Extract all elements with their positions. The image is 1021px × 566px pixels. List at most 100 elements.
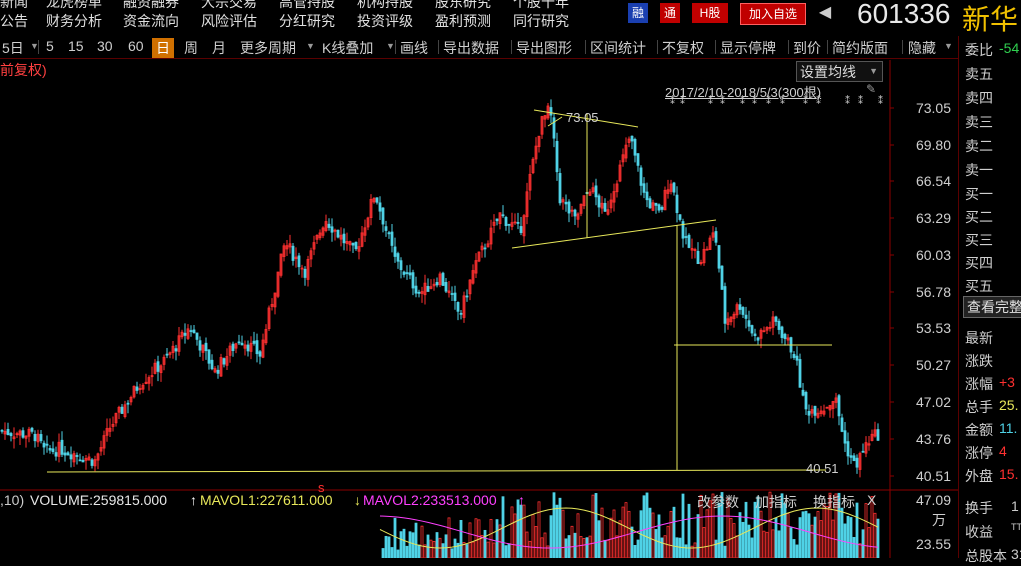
- down-candle: [21, 430, 25, 438]
- down-candle: [837, 395, 841, 417]
- volume-bar: [867, 527, 871, 558]
- down-candle: [255, 340, 259, 355]
- down-candle: [183, 332, 187, 336]
- period-tab-17[interactable]: 简约版面: [832, 38, 888, 58]
- down-candle: [630, 135, 634, 142]
- period-tab-0[interactable]: 5日: [2, 38, 24, 58]
- menu-item-12[interactable]: 分红研究: [279, 11, 335, 31]
- note-marker: ⁑: [670, 94, 675, 107]
- down-candle: [654, 202, 658, 206]
- period-tab-5[interactable]: 日: [152, 38, 174, 58]
- volume-bar: [786, 513, 790, 558]
- period-tab-3[interactable]: 30: [97, 38, 113, 54]
- add-watchlist-button[interactable]: 加入自选: [740, 3, 806, 25]
- down-candle: [216, 369, 220, 374]
- down-candle: [435, 282, 439, 286]
- note-marker: ⁑: [680, 94, 685, 107]
- down-candle: [597, 195, 601, 208]
- switch-indicator-button[interactable]: 换指标: [813, 492, 855, 512]
- period-tab-2[interactable]: 15: [68, 38, 84, 54]
- down-candle: [237, 341, 241, 344]
- period-tab-12[interactable]: 导出图形: [516, 38, 572, 58]
- price-tick: 50.27: [915, 357, 951, 373]
- mavol2-value: MAVOL2:233513.000: [363, 492, 497, 508]
- menu-item-13[interactable]: 投资评级: [357, 11, 413, 31]
- toolbar-separator: [38, 40, 39, 54]
- top-menu-bar: 新闻 龙虎榜单 融资融券 大宗交易 高管持股 机构持股 股东研究 个股十年 公告 财务分析 资金流向…: [0, 0, 1021, 34]
- down-candle: [555, 140, 559, 173]
- down-candle: [798, 359, 802, 388]
- period-tab-7[interactable]: 月: [212, 38, 226, 58]
- period-tab-8[interactable]: 更多周期: [240, 38, 296, 58]
- period-tab-4[interactable]: 60: [128, 38, 144, 54]
- view-full-button[interactable]: 查看完整: [963, 296, 1021, 318]
- down-candle: [81, 459, 85, 463]
- volume-bar: [555, 504, 559, 558]
- h-share-badge[interactable]: H股: [692, 3, 728, 23]
- down-candle: [744, 314, 748, 319]
- period-tab-1[interactable]: 5: [46, 38, 54, 54]
- volume-bar: [840, 507, 844, 558]
- margin-badge[interactable]: 融: [628, 3, 648, 23]
- down-candle: [135, 386, 139, 391]
- down-candle: [804, 391, 808, 410]
- menu-item-14[interactable]: 盈利预测: [435, 11, 491, 31]
- toolbar-separator: [585, 40, 586, 54]
- period-tab-10[interactable]: 画线: [400, 38, 428, 58]
- kline-chart[interactable]: 73.0540.51s⁑ ⁑ ⁑ ⁑ ⁑ ⁑ ⁑ ⁑ ⁑ ⁑ ⁑ ⁑ ⁑: [0, 60, 958, 558]
- volume-bar: [420, 525, 424, 558]
- price-tick: 40.51: [915, 468, 951, 484]
- back-arrow-icon[interactable]: ◀: [818, 3, 832, 23]
- menu-item-11[interactable]: 风险评估: [201, 11, 257, 31]
- volume-bar: [405, 545, 409, 558]
- down-candle: [207, 349, 211, 364]
- add-indicator-button[interactable]: 加指标: [755, 492, 797, 512]
- volume-bar: [615, 535, 619, 558]
- down-candle: [849, 455, 853, 458]
- connect-badge[interactable]: 通: [660, 3, 680, 23]
- chevron-down-icon: ▼: [386, 41, 395, 51]
- sell-level-4: 卖四: [965, 90, 993, 106]
- volume-bar: [471, 541, 475, 558]
- period-tab-6[interactable]: 周: [184, 38, 198, 58]
- menu-item-9[interactable]: 财务分析: [46, 11, 102, 31]
- period-tab-14[interactable]: 不复权: [662, 38, 704, 58]
- buy-level-5: 买五: [965, 278, 993, 294]
- note-marker: ⁑: [708, 94, 713, 107]
- down-candle: [519, 226, 523, 233]
- volume-bar: [384, 535, 388, 558]
- sell-level-1: 卖一: [965, 162, 993, 178]
- price-tick: 73.05: [915, 100, 951, 116]
- period-tab-11[interactable]: 导出数据: [443, 38, 499, 58]
- down-candle: [396, 253, 400, 262]
- down-candle: [747, 320, 751, 327]
- volume-bar: [453, 538, 457, 558]
- stat-label: 最新: [965, 330, 993, 346]
- volume-bar: [399, 531, 403, 558]
- menu-item-8[interactable]: 公告: [0, 11, 28, 31]
- note-marker: ⁑: [878, 94, 883, 107]
- volume-bar: [825, 506, 829, 558]
- down-candle: [642, 183, 646, 193]
- edit-params-button[interactable]: 改参数: [697, 492, 739, 512]
- period-tab-9[interactable]: K线叠加: [322, 38, 373, 58]
- toolbar-separator: [827, 40, 828, 54]
- menu-item-10[interactable]: 资金流向: [123, 11, 179, 31]
- down-candle: [852, 455, 856, 462]
- close-icon[interactable]: X: [867, 492, 876, 508]
- buy-level-4: 买四: [965, 255, 993, 271]
- down-candle: [603, 202, 607, 212]
- volume-bar: [741, 521, 745, 558]
- period-tab-18[interactable]: 隐藏: [908, 38, 936, 58]
- period-tab-15[interactable]: 显示停牌: [720, 38, 776, 58]
- down-candle: [375, 197, 379, 203]
- menu-item-15[interactable]: 同行研究: [513, 11, 569, 31]
- period-tab-16[interactable]: 到价: [793, 38, 821, 58]
- toolbar-separator: [657, 40, 658, 54]
- volume-bar: [570, 525, 574, 558]
- period-tab-13[interactable]: 区间统计: [590, 38, 646, 58]
- volume-bar: [663, 535, 667, 558]
- volume-bar: [387, 536, 391, 558]
- volume-bar: [774, 517, 778, 558]
- toolbar-separator: [902, 40, 903, 54]
